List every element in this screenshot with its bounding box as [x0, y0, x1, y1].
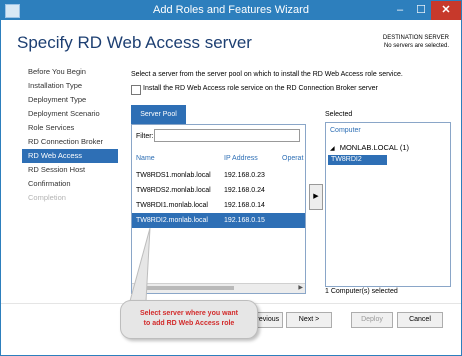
nav-item-completion: Completion [28, 193, 66, 202]
selected-group-label: MONLAB.LOCAL (1) [339, 143, 410, 152]
server-name: TW8RDI1.monlab.local [136, 202, 208, 209]
nav-item-deployment-scenario[interactable]: Deployment Scenario [22, 107, 118, 121]
minimize-button[interactable]: – [390, 1, 410, 20]
nav-item-rd-session-host[interactable]: RD Session Host [22, 163, 118, 177]
nav-item-confirmation[interactable]: Confirmation [22, 177, 118, 191]
nav-item-deployment-type[interactable]: Deployment Type [22, 93, 118, 107]
cancel-button[interactable]: Cancel [397, 312, 443, 328]
table-row-selected[interactable]: TW8RDI2.monlab.local 192.168.0.15 [132, 213, 305, 228]
install-on-broker-checkbox[interactable] [131, 85, 141, 95]
server-ip: 192.168.0.24 [224, 187, 265, 194]
scroll-left-icon[interactable]: ◀ [134, 284, 139, 291]
close-button[interactable]: ✕ [431, 1, 461, 20]
nav-item-before-you-begin[interactable]: Before You Begin [22, 65, 118, 79]
annotation-callout: Select server where you want to add RD W… [120, 300, 258, 339]
server-pool-list: Filter: Name IP Address Operat TW8RDS1.m… [131, 124, 306, 294]
selected-computer[interactable]: TW8RDI2 [328, 155, 387, 165]
install-on-broker-label[interactable]: Install the RD Web Access role service o… [143, 85, 378, 92]
server-name: TW8RDI2.monlab.local [136, 217, 208, 224]
next-button[interactable]: Next > [286, 312, 332, 328]
intro-text: Select a server from the server pool on … [131, 71, 403, 78]
column-header-name[interactable]: Name [136, 155, 155, 162]
column-header-ip[interactable]: IP Address [224, 155, 258, 162]
table-row[interactable]: TW8RDI1.monlab.local 192.168.0.14 [132, 198, 305, 213]
server-ip: 192.168.0.23 [224, 172, 265, 179]
selected-group[interactable]: ◢ MONLAB.LOCAL (1) [330, 143, 409, 152]
table-row[interactable]: TW8RDS2.monlab.local 192.168.0.24 [132, 183, 305, 198]
nav-item-role-services[interactable]: Role Services [22, 121, 118, 135]
maximize-button[interactable]: ☐ [411, 1, 431, 20]
destination-value: No servers are selected. [383, 43, 449, 49]
filter-label: Filter: [136, 133, 154, 140]
server-ip: 192.168.0.15 [224, 217, 265, 224]
page-title: Specify RD Web Access server [17, 33, 252, 52]
column-header-computer[interactable]: Computer [330, 127, 361, 134]
callout-line-2: to add RD Web Access role [143, 320, 235, 327]
horizontal-scrollbar[interactable]: ◀ ▶ [132, 283, 305, 293]
server-name: TW8RDS1.monlab.local [136, 172, 211, 179]
deploy-button: Deploy [351, 312, 393, 328]
server-name: TW8RDS2.monlab.local [136, 187, 211, 194]
scroll-right-icon[interactable]: ▶ [298, 284, 303, 291]
nav-item-installation-type[interactable]: Installation Type [22, 79, 118, 93]
nav-item-rd-web-access[interactable]: RD Web Access [22, 149, 118, 163]
column-header-os[interactable]: Operat [282, 155, 303, 162]
tab-server-pool[interactable]: Server Pool [131, 105, 186, 124]
title-bar: Add Roles and Features Wizard – ☐ ✕ [1, 1, 461, 20]
callout-line-1: Select server where you want [139, 310, 239, 317]
table-row[interactable]: TW8RDS1.monlab.local 192.168.0.23 [132, 168, 305, 183]
destination-label: DESTINATION SERVER [382, 35, 449, 41]
destination-server: DESTINATION SERVER No servers are select… [383, 34, 449, 50]
selected-label: Selected [325, 111, 353, 118]
nav-item-rd-connection-broker[interactable]: RD Connection Broker [22, 135, 118, 149]
add-to-selected-button[interactable]: ▶ [309, 184, 323, 210]
server-ip: 192.168.0.14 [224, 202, 265, 209]
selected-computers-list: Computer ◢ MONLAB.LOCAL (1) TW8RDI2 [325, 122, 451, 287]
selected-count: 1 Computer(s) selected [325, 288, 398, 295]
wizard-nav: Before You Begin Installation Type Deplo… [22, 65, 118, 205]
expand-arrow-icon[interactable]: ◢ [330, 146, 335, 152]
scrollbar-thumb[interactable] [144, 286, 234, 290]
filter-input[interactable] [154, 129, 300, 142]
